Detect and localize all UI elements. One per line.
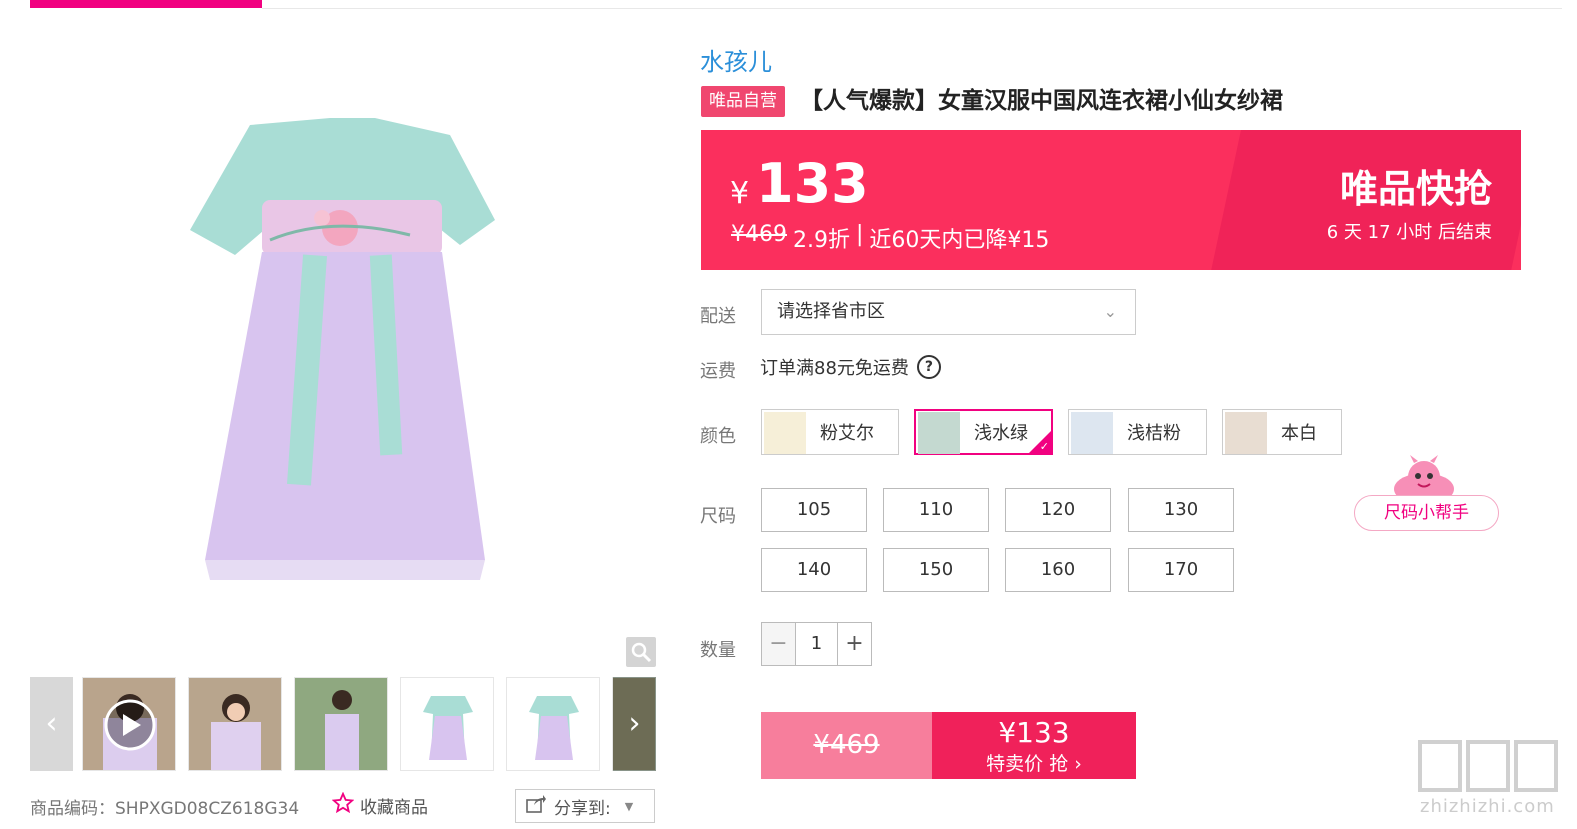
size-option[interactable]: 130 (1128, 488, 1234, 532)
help-icon[interactable]: ? (916, 355, 941, 379)
size-option[interactable]: 105 (761, 488, 867, 532)
size-helper-button[interactable]: 尺码小帮手 (1354, 495, 1499, 531)
thumbnail-video[interactable] (82, 677, 176, 771)
buy-button[interactable]: ¥469 ¥133 特卖价 抢 › (761, 712, 1136, 779)
divider (262, 8, 1562, 9)
product-title: 【人气爆款】女童汉服中国风连衣裙小仙女纱裙 (800, 88, 1283, 114)
size-option[interactable]: 140 (761, 548, 867, 592)
color-swatch (764, 411, 806, 454)
size-option[interactable]: 150 (883, 548, 989, 592)
color-label: 颜色 (700, 426, 736, 447)
quantity-label: 数量 (700, 640, 736, 661)
color-swatch (918, 411, 960, 454)
buy-action[interactable]: ¥133 特卖价 抢 › (932, 712, 1136, 779)
quantity-decrease-button[interactable]: − (762, 623, 795, 665)
color-option-label: 浅桔粉 (1127, 423, 1181, 444)
favorite-label: 收藏商品 (360, 798, 428, 818)
price-drop-note: 近60天内已降¥15 (869, 228, 1050, 253)
color-option[interactable]: 本白 (1222, 409, 1342, 455)
freight-info: 订单满88元免运费 ? (760, 354, 941, 380)
size-option[interactable]: 170 (1128, 548, 1234, 592)
price-separator: | (856, 222, 864, 247)
size-option[interactable]: 160 (1005, 548, 1111, 592)
active-tab-indicator (30, 0, 262, 8)
watermark-site: zhizhizhi.com (1420, 796, 1555, 817)
freight-label: 运费 (700, 361, 736, 382)
chevron-down-icon: ⌄ (1103, 302, 1117, 321)
color-swatch (1225, 411, 1267, 454)
thumbnail-image[interactable] (506, 677, 600, 771)
size-option[interactable]: 110 (883, 488, 989, 532)
buy-price: ¥133 (998, 716, 1070, 749)
price-details: ¥469 2.9折 | 近60天内已降¥15 (731, 222, 1049, 254)
quantity-input[interactable]: 1 (795, 623, 838, 665)
buy-action-label: 特卖价 抢 › (986, 753, 1082, 775)
discount-rate: 2.9折 (793, 228, 850, 253)
color-option[interactable]: 粉艾尔 (761, 409, 899, 455)
flash-sale-countdown: 6 天 17 小时 后结束 (1326, 222, 1492, 243)
price-currency: ¥ (730, 176, 750, 211)
self-operated-badge: 唯品自营 (701, 86, 785, 117)
quantity-increase-button[interactable]: + (838, 623, 871, 665)
share-label: 分享到: (554, 798, 611, 819)
thumbnail-image[interactable] (294, 677, 388, 771)
product-sku-code: 商品编码：SHPXGD08CZ618G34 (30, 799, 300, 819)
original-price: ¥469 (731, 222, 787, 247)
region-select-value: 请选择省市区 (777, 301, 885, 322)
thumbnail-prev-button[interactable]: ‹ (30, 677, 73, 771)
delivery-label: 配送 (700, 306, 736, 327)
zoom-icon[interactable] (626, 637, 656, 667)
caret-down-icon: ▼ (624, 799, 634, 813)
freight-text: 订单满88元免运费 (760, 358, 909, 379)
star-icon (331, 791, 355, 819)
size-option[interactable]: 120 (1005, 488, 1111, 532)
share-dropdown[interactable]: 分享到: ▼ (515, 789, 655, 823)
buy-original-price: ¥469 (761, 712, 932, 779)
color-option-selected[interactable]: 浅水绿 ✓ (914, 409, 1053, 455)
color-option-label: 浅水绿 (974, 423, 1028, 444)
size-label: 尺码 (700, 506, 736, 527)
flash-sale-title: 唯品快抢 (1339, 167, 1492, 211)
check-icon: ✓ (1039, 440, 1049, 453)
thumbnail-image[interactable] (400, 677, 494, 771)
favorite-button[interactable]: 收藏商品 (331, 791, 428, 819)
color-swatch (1071, 411, 1113, 454)
product-main-image[interactable] (30, 40, 656, 630)
brand-link[interactable]: 水孩儿 (700, 42, 772, 77)
share-icon (526, 794, 546, 818)
color-option-label: 本白 (1281, 423, 1317, 444)
thumbnail-next-button[interactable]: › (613, 677, 656, 771)
quantity-stepper[interactable]: − 1 + (761, 622, 872, 666)
color-option[interactable]: 浅桔粉 (1068, 409, 1207, 455)
region-select[interactable]: 请选择省市区 ⌄ (761, 289, 1136, 335)
thumbnail-image[interactable] (188, 677, 282, 771)
color-option-label: 粉艾尔 (820, 423, 874, 444)
current-price: 133 (756, 152, 869, 215)
